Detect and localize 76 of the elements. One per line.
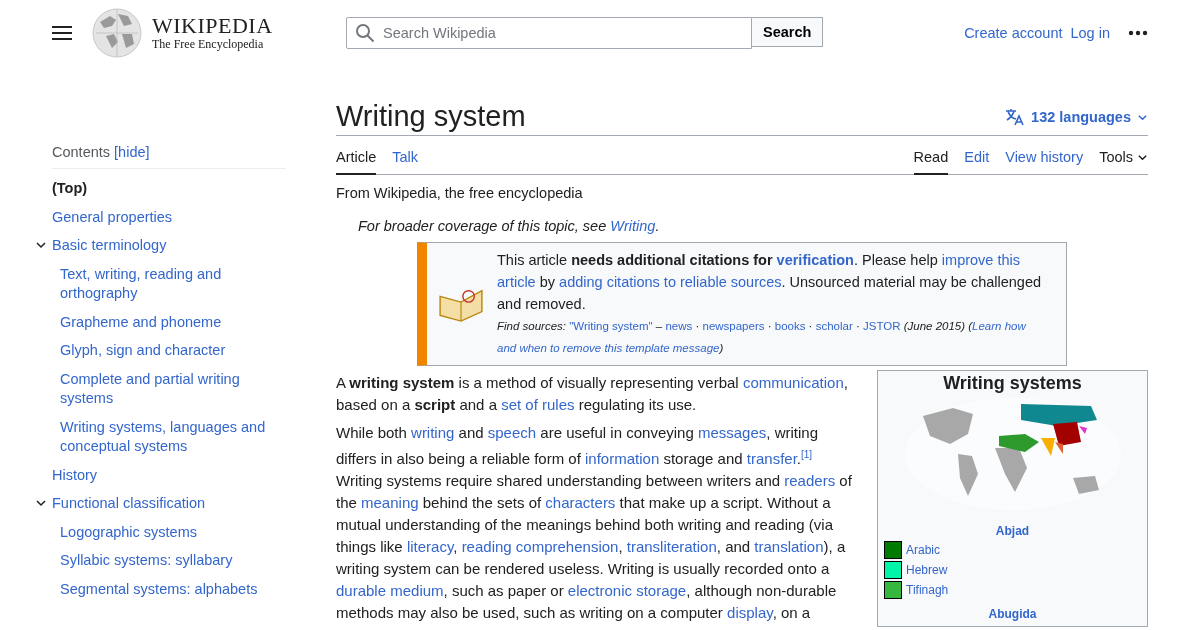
find-sources-line: Find sources: "Writing system" – news · newspapers · books · scholar · JSTOR (June 2015) (Learn how and when to remove this template message) bbox=[497, 319, 1028, 356]
page-title: Writing system bbox=[336, 100, 526, 133]
header-link[interactable]: Create account bbox=[964, 25, 1063, 41]
infobox-title: Writing systems bbox=[942, 373, 1083, 394]
link[interactable]: improve this bbox=[941, 252, 1020, 268]
header-link[interactable]: Log in bbox=[1070, 25, 1110, 41]
legend-link[interactable]: Tifinagh bbox=[906, 583, 949, 597]
link[interactable]: translation bbox=[754, 538, 824, 555]
link[interactable]: verification bbox=[776, 252, 854, 268]
translate-icon bbox=[1005, 107, 1026, 127]
link[interactable]: display bbox=[727, 604, 773, 621]
legend-heading[interactable]: Abjad bbox=[884, 524, 1141, 538]
tab[interactable]: Talk bbox=[392, 135, 419, 175]
toc-item[interactable]: Complete and partial writing systems bbox=[60, 369, 286, 409]
link[interactable]: Writing bbox=[610, 218, 656, 234]
link[interactable]: writing bbox=[411, 424, 455, 441]
link[interactable]: electronic storage bbox=[567, 582, 687, 599]
legend-link[interactable]: Arabic bbox=[906, 543, 940, 557]
footnote-link[interactable]: [1] bbox=[801, 449, 813, 460]
link[interactable]: news bbox=[665, 320, 693, 332]
hide-link[interactable]: [hide] bbox=[114, 144, 150, 160]
toc-item[interactable]: Segmental systems: alphabets bbox=[60, 579, 286, 599]
toc-item[interactable]: Glyph, sign and character bbox=[60, 341, 286, 361]
link[interactable]: books bbox=[774, 320, 806, 332]
hatnote: For broader coverage of this topic, see Writing. bbox=[357, 218, 661, 234]
tab[interactable]: Edit bbox=[964, 135, 990, 175]
toc-item[interactable]: History bbox=[52, 465, 286, 485]
toc-item[interactable]: (Top) bbox=[52, 179, 286, 199]
link[interactable]: transliteration bbox=[626, 538, 717, 555]
link[interactable]: article bbox=[497, 274, 536, 290]
more-options-icon[interactable] bbox=[1128, 30, 1148, 36]
menu-icon[interactable] bbox=[52, 25, 72, 41]
link[interactable]: and when to remove this template message bbox=[497, 342, 720, 354]
link[interactable]: speech bbox=[487, 424, 537, 441]
link[interactable]: adding citations to reliable sources bbox=[559, 274, 782, 290]
tab[interactable]: Read bbox=[913, 135, 949, 175]
legend-link[interactable]: Hebrew bbox=[906, 563, 948, 577]
toc-item[interactable]: Basic terminology bbox=[52, 236, 286, 256]
logo-wordmark[interactable]: WIKIPEDIA bbox=[152, 14, 332, 37]
toc-item[interactable]: Syllabic systems: syllabary bbox=[60, 551, 286, 571]
chevron-icon[interactable] bbox=[35, 239, 47, 251]
link[interactable]: Learn how bbox=[972, 320, 1026, 332]
toc-item[interactable]: Grapheme and phoneme bbox=[60, 312, 286, 332]
link[interactable]: communication bbox=[742, 374, 844, 391]
legend-heading[interactable]: Abugida bbox=[884, 607, 1141, 621]
link[interactable]: reading comprehension bbox=[461, 538, 619, 555]
chevron-icon[interactable] bbox=[35, 497, 47, 509]
languages-button[interactable]: 132 languages bbox=[1005, 107, 1148, 133]
search-button[interactable]: Search bbox=[752, 17, 824, 47]
toc-item[interactable]: Text, writing, reading and orthography bbox=[60, 264, 286, 304]
link[interactable]: JSTOR bbox=[862, 320, 901, 332]
link[interactable]: characters bbox=[545, 494, 616, 511]
link[interactable]: information bbox=[585, 450, 660, 467]
toc-item[interactable]: General properties bbox=[52, 207, 286, 227]
toc-item[interactable]: Writing systems, languages and conceptual systems bbox=[60, 417, 286, 457]
link[interactable]: durable medium bbox=[336, 582, 444, 599]
link[interactable]: transfer bbox=[746, 450, 797, 467]
paragraph: A writing system is a method of visually representing verbal communication, based on a script and a set of rules regulating its use. bbox=[336, 373, 849, 415]
tab[interactable]: View history bbox=[1005, 135, 1084, 175]
tab[interactable]: Article bbox=[336, 135, 377, 175]
link[interactable]: readers bbox=[784, 472, 836, 489]
tools-menu[interactable]: Tools bbox=[1099, 135, 1148, 175]
notice-message: This article needs additional citations for verification. Please help improve this article by adding citations to reliable sources. Unsourced material may be challenged and removed. bbox=[497, 251, 1043, 314]
link[interactable]: newspapers bbox=[702, 320, 765, 332]
tagline: From Wikipedia, the free encyclopedia bbox=[336, 185, 584, 201]
link[interactable]: "Writing system" bbox=[569, 320, 653, 332]
link[interactable]: set of rules bbox=[501, 396, 575, 413]
link[interactable]: scholar bbox=[815, 320, 853, 332]
toc-item[interactable]: Logographic systems bbox=[60, 522, 286, 542]
search-field[interactable]: Search Wikipedia bbox=[346, 17, 752, 49]
contents-heading: Contents bbox=[52, 144, 111, 160]
link[interactable]: meaning bbox=[361, 494, 419, 511]
globe-logo-icon[interactable] bbox=[92, 8, 142, 58]
paragraph: While both writing and speech are useful in conveying messages, writing differs in also being a reliable form of information storage and transfer.$^{[1]}$ Writing systems require shared understanding between writers and readers of the meaning behind the sets of characters that make up a script. Without a mutual understanding of the meanings behind both writing and reading (via things like literacy, reading comprehension, transliteration, and translation), a writing system can be rendered useless. Writing is usually recorded onto a durable medium, such as paper or electronic storage, although non-durable methods may also be used, such as writing on a computer display, on a bbox=[336, 423, 853, 623]
toc-item[interactable]: Functional classification bbox=[52, 494, 286, 514]
logo-tagline: The Free Encyclopedia bbox=[152, 36, 265, 52]
